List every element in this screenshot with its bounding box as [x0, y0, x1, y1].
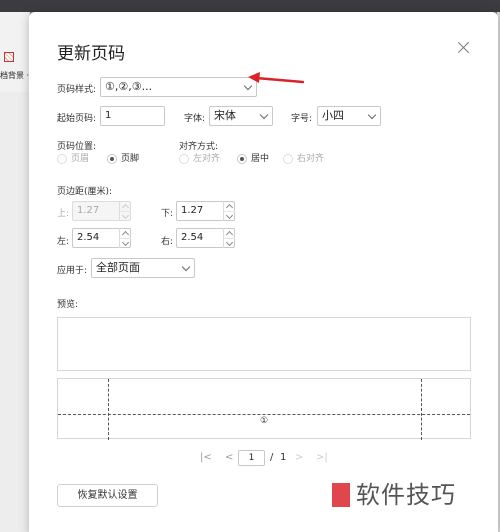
- next-page-icon[interactable]: >: [295, 451, 303, 465]
- margin-top-label: 上:: [57, 209, 70, 219]
- position-footer-radio[interactable]: 页脚: [107, 153, 147, 165]
- margin-bottom-spinner[interactable]: 1.27: [176, 201, 235, 221]
- preview-footer-line: [58, 414, 470, 415]
- radio-circle: [283, 154, 293, 164]
- annotation-arrow-icon: [248, 72, 304, 84]
- apply-to-value: 全部页面: [96, 261, 140, 274]
- radio-circle: [57, 154, 67, 164]
- increment-icon[interactable]: [223, 201, 235, 211]
- increment-icon[interactable]: [223, 228, 235, 238]
- preview-page-number: ①: [260, 416, 269, 426]
- update-page-number-dialog: 更新页码 页码样式: ①,②,③... 起始页码: 1 字体: 宋体 字号: 小…: [29, 12, 498, 532]
- watermark-logo-icon: [332, 483, 350, 507]
- page-background-label[interactable]: 档背景 ·: [0, 70, 29, 81]
- preview-left-margin-line: [108, 379, 109, 440]
- alignment-label: 对齐方式:: [179, 142, 219, 152]
- page-background-icon[interactable]: [4, 52, 14, 62]
- margin-left-label: 左:: [57, 237, 70, 247]
- page-total: 1: [280, 452, 287, 463]
- page-style-label: 页码样式:: [57, 85, 97, 95]
- margin-top-spinner[interactable]: 1.27: [72, 201, 131, 221]
- align-center-radio[interactable]: 居中: [237, 153, 277, 165]
- preview-page-top: [57, 317, 471, 371]
- restore-defaults-button[interactable]: 恢复默认设置: [57, 484, 158, 507]
- align-left-radio[interactable]: 左对齐: [179, 153, 225, 165]
- font-label: 字体:: [184, 114, 206, 124]
- page-style-select[interactable]: ①,②,③...: [100, 77, 257, 97]
- page-number-input[interactable]: 1: [238, 450, 265, 466]
- margin-right-spinner[interactable]: 2.54: [176, 228, 235, 248]
- pager-separator: /: [270, 452, 274, 463]
- align-right-label: 右对齐: [297, 154, 325, 164]
- chevron-down-icon: [181, 262, 191, 272]
- increment-icon[interactable]: [119, 201, 131, 211]
- increment-icon[interactable]: [119, 228, 131, 238]
- align-left-label: 左对齐: [193, 154, 221, 164]
- margin-right-label: 右:: [161, 237, 174, 247]
- chevron-down-icon: [259, 110, 269, 120]
- margin-label: 页边距(厘米):: [57, 187, 113, 197]
- start-page-label: 起始页码:: [57, 114, 97, 124]
- decrement-icon[interactable]: [223, 211, 235, 221]
- position-header-radio[interactable]: 页眉: [57, 153, 97, 165]
- position-header-label: 页眉: [71, 154, 90, 164]
- margin-left-spinner[interactable]: 2.54: [72, 228, 131, 248]
- font-value: 宋体: [214, 109, 236, 122]
- margin-bottom-label: 下:: [161, 209, 174, 219]
- preview-label: 预览:: [57, 300, 79, 310]
- last-page-icon[interactable]: >|: [316, 451, 328, 465]
- first-page-icon[interactable]: |<: [200, 451, 212, 465]
- radio-circle: [237, 154, 247, 164]
- prev-page-icon[interactable]: <: [225, 451, 233, 465]
- decrement-icon[interactable]: [119, 211, 131, 221]
- font-size-select[interactable]: 小四: [317, 106, 381, 126]
- radio-circle: [179, 154, 189, 164]
- radio-circle: [107, 154, 117, 164]
- font-select[interactable]: 宋体: [209, 106, 273, 126]
- preview-right-margin-line: [421, 379, 422, 440]
- page-position-label: 页码位置:: [57, 142, 97, 152]
- watermark-text: 软件技巧: [356, 481, 456, 509]
- app-title-bar: [0, 0, 500, 12]
- preview-page-bottom: ①: [57, 378, 471, 440]
- font-size-label: 字号:: [291, 114, 313, 124]
- position-footer-label: 页脚: [121, 154, 140, 164]
- align-right-radio[interactable]: 右对齐: [283, 153, 329, 165]
- align-center-label: 居中: [251, 154, 270, 164]
- close-icon[interactable]: [456, 40, 472, 56]
- start-page-input[interactable]: 1: [100, 106, 165, 126]
- dialog-title: 更新页码: [57, 44, 125, 64]
- chevron-down-icon: [367, 110, 377, 120]
- document-area-visible: [0, 92, 30, 532]
- page-style-value: ①,②,③...: [105, 80, 153, 93]
- decrement-icon[interactable]: [223, 238, 235, 248]
- apply-to-select[interactable]: 全部页面: [91, 258, 195, 278]
- decrement-icon[interactable]: [119, 238, 131, 248]
- apply-to-label: 应用于:: [57, 266, 88, 276]
- font-size-value: 小四: [322, 109, 344, 122]
